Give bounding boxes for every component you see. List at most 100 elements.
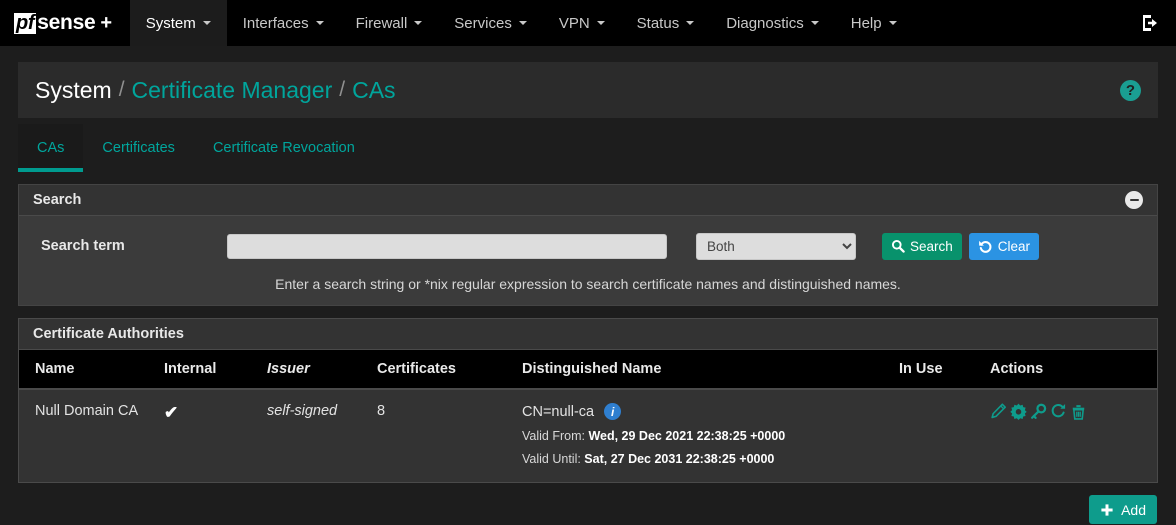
- tab-cas[interactable]: CAs: [18, 124, 84, 172]
- column-header-name: Name: [19, 350, 164, 390]
- search-term-label: Search term: [41, 238, 125, 254]
- column-header-actions: Actions: [987, 350, 1157, 390]
- search-icon: [891, 239, 905, 253]
- breadcrumb: System / Certificate Manager / CAs ?: [18, 62, 1158, 118]
- dn-main-line: CN=null-ca i: [522, 403, 899, 420]
- search-button-label: Search: [910, 238, 953, 254]
- search-panel: Search Search term Both Search Clear Ent…: [18, 184, 1158, 306]
- logout-icon: [1143, 15, 1157, 31]
- info-icon[interactable]: i: [604, 403, 622, 420]
- key-icon[interactable]: [1030, 403, 1047, 420]
- cell-distinguished-name: CN=null-ca i Valid From: Wed, 29 Dec 202…: [522, 389, 899, 482]
- row-action-buttons: [990, 403, 1157, 420]
- search-help-text: Enter a search string or *nix regular ex…: [275, 276, 901, 292]
- chevron-down-icon: [686, 21, 695, 25]
- valid-from-line: Valid From: Wed, 29 Dec 2021 22:38:25 +0…: [522, 429, 899, 443]
- tab-label: Certificate Revocation: [212, 140, 355, 156]
- clear-button-label: Clear: [997, 238, 1031, 254]
- certificate-authorities-panel: Certificate Authorities Name Internal Is…: [18, 318, 1158, 483]
- tab-certificates[interactable]: Certificates: [83, 124, 194, 172]
- breadcrumb-link-cas[interactable]: CAs: [352, 77, 395, 104]
- checkmark-icon: ✔: [164, 403, 179, 422]
- table-row[interactable]: Null Domain CA ✔ self-signed 8 CN=null-c…: [19, 389, 1157, 482]
- ca-panel-header: Certificate Authorities: [19, 319, 1157, 350]
- delete-trash-icon[interactable]: [1070, 403, 1087, 420]
- column-header-internal: Internal: [164, 350, 267, 390]
- nav-item-label: Services: [454, 14, 512, 32]
- nav-item-label: Diagnostics: [726, 14, 804, 32]
- nav-item-system[interactable]: System: [129, 0, 227, 46]
- cell-internal: ✔: [164, 389, 267, 482]
- renew-refresh-icon[interactable]: [1050, 403, 1067, 420]
- dn-text: CN=null-ca: [522, 403, 595, 420]
- edit-pencil-icon[interactable]: [990, 403, 1007, 420]
- footer-actions: Add: [18, 495, 1158, 524]
- tab-certificate-revocation[interactable]: Certificate Revocation: [194, 124, 374, 172]
- breadcrumb-link-certificate-manager[interactable]: Certificate Manager: [132, 77, 333, 104]
- nav-item-vpn[interactable]: VPN: [543, 0, 621, 46]
- cell-in-use: [899, 389, 987, 482]
- search-panel-title: Search: [33, 192, 82, 208]
- table-header-row: Name Internal Issuer Certificates Distin…: [19, 350, 1157, 390]
- add-button[interactable]: Add: [1089, 495, 1157, 524]
- nav-item-help[interactable]: Help: [835, 0, 913, 46]
- nav-item-firewall[interactable]: Firewall: [340, 0, 439, 46]
- ca-table: Name Internal Issuer Certificates Distin…: [19, 350, 1157, 482]
- chevron-down-icon: [414, 21, 423, 25]
- navbar-spacer: [913, 0, 1124, 46]
- minus-circle-icon[interactable]: [1125, 191, 1143, 209]
- tab-label: CAs: [37, 140, 65, 156]
- nav-item-status[interactable]: Status: [621, 0, 711, 46]
- top-navbar: pf sense + System Interfaces Firewall Serv…: [0, 0, 1176, 46]
- page-content: System / Certificate Manager / CAs ? CAs…: [0, 62, 1176, 524]
- tab-label: Certificates: [102, 140, 175, 156]
- search-button[interactable]: Search: [882, 232, 962, 260]
- nav-item-services[interactable]: Services: [438, 0, 543, 46]
- minus-bar: [1129, 198, 1139, 202]
- cell-name: Null Domain CA: [19, 389, 164, 482]
- chevron-down-icon: [518, 21, 527, 25]
- nav-item-interfaces[interactable]: Interfaces: [227, 0, 340, 46]
- nav-item-label: Firewall: [355, 14, 408, 32]
- search-input[interactable]: [227, 233, 667, 259]
- search-form-row: Search term Both Search Clear: [19, 226, 1157, 266]
- undo-arrow-icon: [978, 240, 992, 253]
- certificate-seal-icon[interactable]: [1010, 403, 1027, 420]
- valid-from-label: Valid From:: [522, 429, 589, 443]
- brand-pf-mark: pf: [14, 11, 37, 34]
- valid-from-value: Wed, 29 Dec 2021 22:38:25 +0000: [588, 429, 786, 443]
- search-panel-header: Search: [19, 185, 1157, 216]
- ca-table-head: Name Internal Issuer Certificates Distin…: [19, 350, 1157, 390]
- logout-button[interactable]: [1124, 0, 1176, 46]
- search-panel-body: Search term Both Search Clear Enter a se…: [19, 216, 1157, 305]
- valid-until-line: Valid Until: Sat, 27 Dec 2031 22:38:25 +…: [522, 452, 899, 466]
- column-header-issuer: Issuer: [267, 350, 377, 390]
- brand-sense-text: sense: [37, 11, 96, 34]
- nav-item-label: VPN: [558, 14, 590, 32]
- breadcrumb-separator: /: [339, 78, 346, 101]
- nav-item-label: System: [145, 14, 196, 32]
- brand-plus-mark: +: [100, 11, 112, 34]
- cell-issuer: self-signed: [267, 389, 377, 482]
- ca-panel-title: Certificate Authorities: [33, 326, 184, 342]
- nav-item-label: Help: [850, 14, 882, 32]
- nav-item-diagnostics[interactable]: Diagnostics: [710, 0, 835, 46]
- chevron-down-icon: [202, 21, 211, 25]
- help-icon[interactable]: ?: [1120, 79, 1141, 101]
- column-header-in-use: In Use: [899, 350, 987, 390]
- clear-button[interactable]: Clear: [968, 232, 1040, 260]
- breadcrumb-root: System: [35, 76, 112, 103]
- search-scope-select[interactable]: Both: [696, 232, 856, 260]
- plus-icon: [1101, 503, 1113, 516]
- valid-until-value: Sat, 27 Dec 2031 22:38:25 +0000: [584, 452, 775, 466]
- cell-certificates-count: 8: [377, 389, 522, 482]
- brand-logo[interactable]: pf sense +: [0, 0, 130, 46]
- ca-table-body: Null Domain CA ✔ self-signed 8 CN=null-c…: [19, 389, 1157, 482]
- chevron-down-icon: [596, 21, 605, 25]
- breadcrumb-separator: /: [118, 78, 125, 101]
- nav-item-label: Status: [636, 14, 680, 32]
- tab-bar: CAs Certificates Certificate Revocation: [18, 124, 1158, 172]
- column-header-distinguished-name: Distinguished Name: [522, 350, 899, 390]
- chevron-down-icon: [888, 21, 897, 25]
- column-header-certificates: Certificates: [377, 350, 522, 390]
